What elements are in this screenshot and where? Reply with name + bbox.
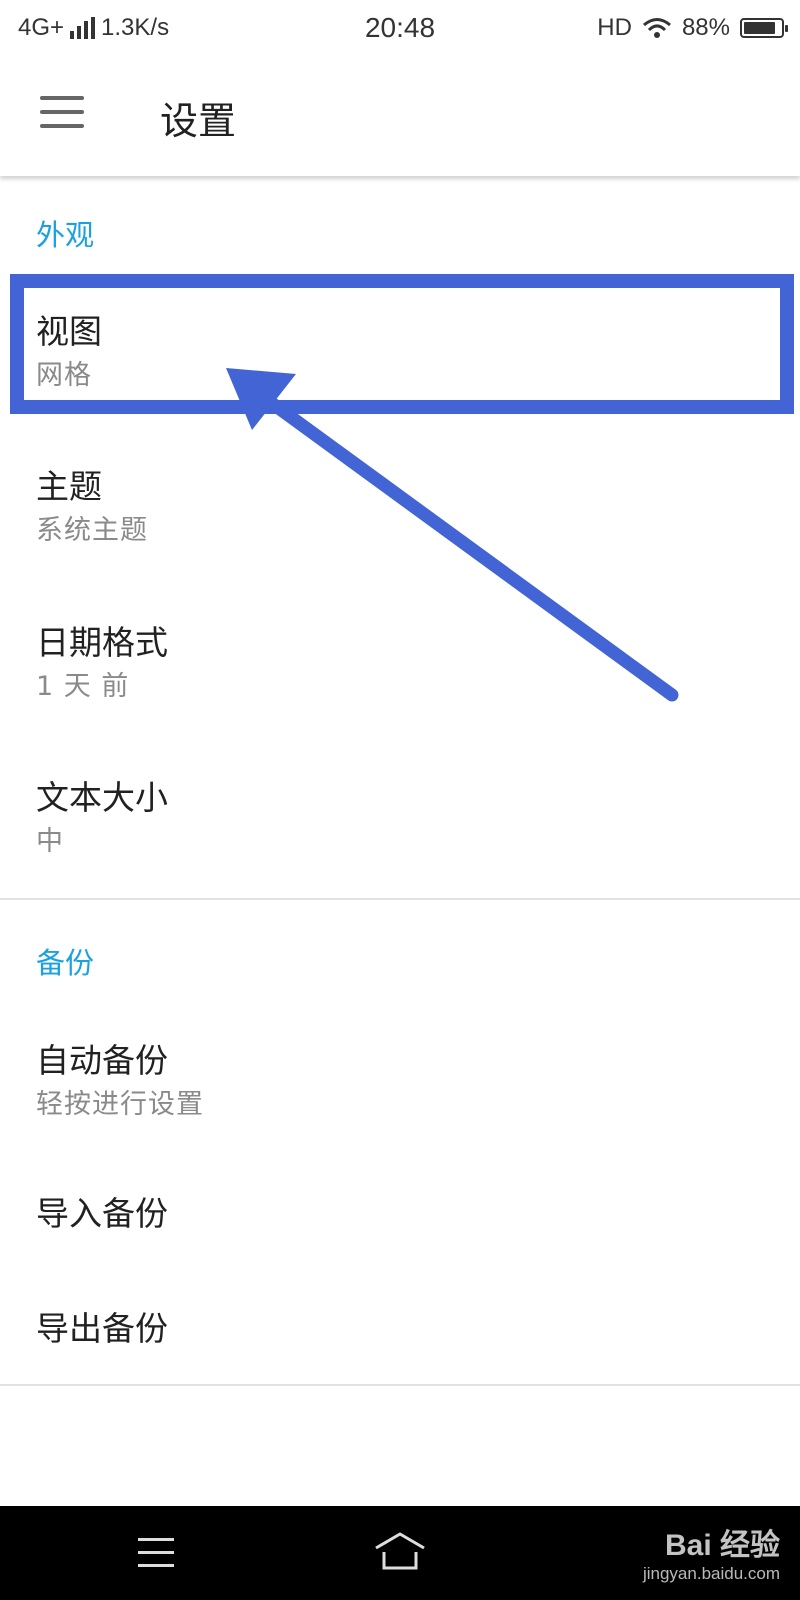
status-bar: 4G+ 1.3K/s 20:48 HD 88% [0, 0, 800, 56]
pref-title: 主题 [36, 467, 102, 506]
pref-item-theme[interactable]: 主题 系统主题 [0, 432, 800, 572]
pref-title: 导入备份 [36, 1194, 168, 1233]
pref-title: 自动备份 [36, 1041, 168, 1080]
section-divider [0, 898, 800, 900]
wifi-icon [642, 18, 671, 38]
nav-home-icon[interactable] [370, 1528, 430, 1578]
battery-percent: 88% [681, 14, 730, 41]
app-bar: 设置 [0, 56, 800, 176]
watermark: Bai 经验 jingyan.baidu.com [643, 1520, 780, 1584]
pref-item-import-backup[interactable]: 导入备份 [0, 1165, 800, 1265]
status-right: HD 88% [597, 14, 788, 42]
pref-item-text-size[interactable]: 文本大小 中 [0, 743, 800, 883]
pref-title: 日期格式 [36, 623, 168, 662]
watermark-site: jingyan.baidu.com [642, 1564, 780, 1583]
pref-item-auto-backup[interactable]: 自动备份 轻按进行设置 [0, 1000, 800, 1140]
section-divider [0, 1384, 800, 1386]
pref-summary: 轻按进行设置 [36, 1089, 204, 1120]
pref-title: 导出备份 [36, 1309, 168, 1348]
section-header-appearance: 外观 [36, 218, 95, 252]
nav-menu-icon[interactable] [126, 1528, 186, 1578]
pref-summary: 1 天 前 [36, 671, 130, 702]
battery-icon [740, 18, 788, 38]
pref-title: 文本大小 [36, 778, 168, 817]
watermark-brand: Bai 经验 [664, 1529, 780, 1562]
page-title: 设置 [160, 99, 237, 143]
hamburger-menu-icon[interactable] [40, 96, 84, 130]
pref-summary: 系统主题 [36, 515, 148, 546]
annotation-highlight-box [10, 274, 794, 414]
pref-item-export-backup[interactable]: 导出备份 [0, 1280, 800, 1380]
hd-indicator: HD [597, 14, 632, 41]
navigation-bar: Bai 经验 jingyan.baidu.com [0, 1506, 800, 1600]
section-header-backup: 备份 [36, 946, 95, 980]
pref-item-date-format[interactable]: 日期格式 1 天 前 [0, 588, 800, 728]
pref-summary: 中 [36, 826, 64, 857]
